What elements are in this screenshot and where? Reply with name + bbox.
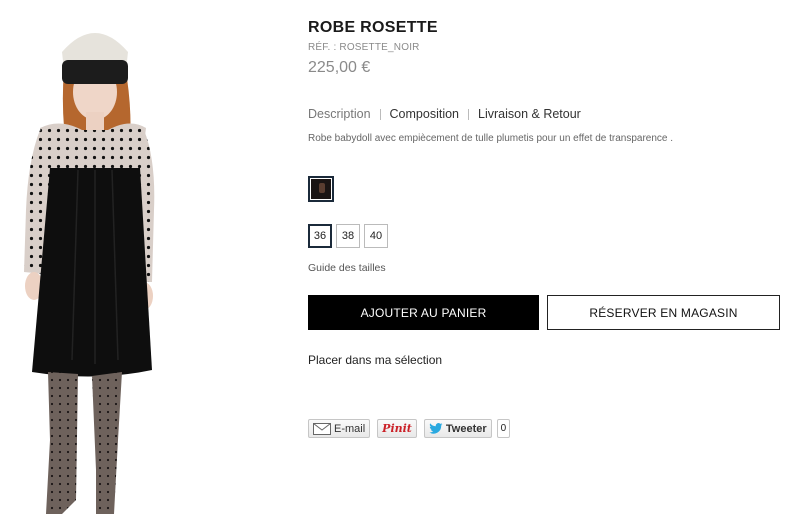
- tab-composition[interactable]: Composition: [390, 107, 459, 121]
- product-description: Robe babydoll avec empiècement de tulle …: [308, 133, 674, 144]
- pinterest-label: Pinit: [382, 422, 412, 435]
- color-swatch-noir[interactable]: [308, 176, 334, 202]
- product-tabs: Description Composition Livraison & Reto…: [308, 107, 788, 121]
- twitter-bird-icon: [429, 423, 443, 434]
- tab-livraison-retour[interactable]: Livraison & Retour: [478, 107, 581, 121]
- size-option-36[interactable]: 36: [308, 224, 332, 248]
- tab-divider: [379, 108, 381, 120]
- social-share-bar: E-mail Pinit Tweeter 0: [308, 419, 788, 438]
- product-title: ROBE ROSETTE: [308, 19, 438, 36]
- email-share-button[interactable]: E-mail: [308, 419, 371, 438]
- tweet-button[interactable]: Tweeter: [423, 419, 492, 438]
- product-photo[interactable]: [0, 0, 300, 514]
- add-to-cart-button[interactable]: AJOUTER AU PANIER: [308, 295, 539, 330]
- size-option-38[interactable]: 38: [336, 224, 360, 248]
- product-reference: RÉF. : ROSETTE_NOIR: [308, 42, 420, 53]
- model-image: [24, 33, 155, 514]
- size-selector: 36 38 40: [308, 224, 788, 248]
- product-price: 225,00 €: [308, 59, 371, 76]
- tab-divider: [468, 108, 470, 120]
- envelope-icon: [313, 422, 331, 435]
- tab-description[interactable]: Description: [308, 107, 371, 121]
- size-guide-link[interactable]: Guide des tailles: [308, 262, 788, 274]
- pinterest-button[interactable]: Pinit: [377, 419, 417, 438]
- tweet-count: 0: [496, 419, 511, 438]
- tweet-label: Tweeter: [445, 422, 487, 435]
- color-swatch-image: [311, 179, 331, 199]
- add-to-selection-link[interactable]: Placer dans ma sélection: [308, 353, 788, 367]
- email-share-label: E-mail: [334, 422, 366, 435]
- product-info: ROBE ROSETTE RÉF. : ROSETTE_NOIR 225,00 …: [308, 18, 788, 438]
- reserve-in-store-button[interactable]: RÉSERVER EN MAGASIN: [547, 295, 780, 330]
- action-buttons: AJOUTER AU PANIER RÉSERVER EN MAGASIN: [308, 295, 788, 330]
- size-option-40[interactable]: 40: [364, 224, 388, 248]
